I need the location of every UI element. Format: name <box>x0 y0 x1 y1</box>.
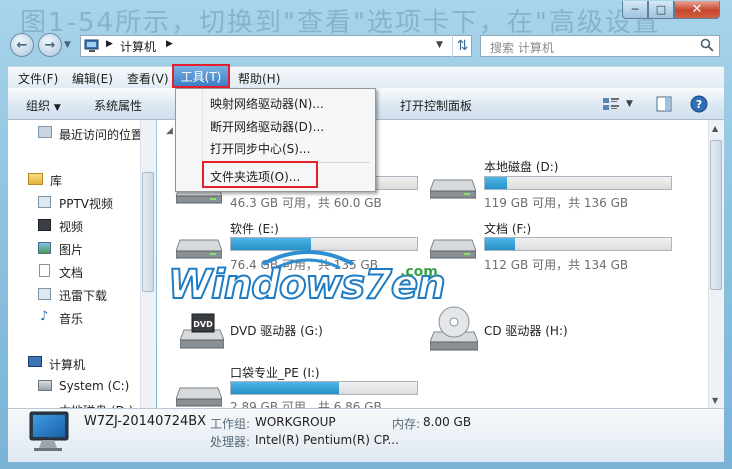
computer-monitor-icon <box>29 411 69 451</box>
scroll-down-arrow-icon[interactable]: ▼ <box>712 396 718 405</box>
minimize-icon: ─ <box>631 3 639 16</box>
search-icon[interactable] <box>700 38 714 52</box>
back-arrow-icon: ← <box>16 37 28 53</box>
sidebar-item-documents[interactable]: 文档 <box>38 264 83 281</box>
cpu-value: Intel(R) Pentium(R) CP... <box>255 433 399 447</box>
group-collapse-icon[interactable]: ◢ <box>166 126 173 136</box>
drive-d-usage-fill <box>485 177 508 189</box>
preview-pane-icon[interactable] <box>656 96 672 112</box>
pictures-icon <box>38 242 51 254</box>
drive-d-info: 119 GB 可用，共 136 GB <box>484 196 629 210</box>
menu-item-sync-center[interactable]: 打开同步中心(S)... <box>210 140 310 157</box>
search-placeholder: 搜索 计算机 <box>490 41 554 55</box>
view-dropdown-icon[interactable]: ▼ <box>626 99 633 109</box>
watermark-suffix: .com <box>400 264 438 280</box>
menu-item-disconnect-network-drive[interactable]: 断开网络驱动器(D)... <box>210 118 324 135</box>
computer-icon <box>84 39 99 52</box>
menu-tools[interactable]: 工具(T) <box>172 64 230 88</box>
drive-h-name[interactable]: CD 驱动器 (H:) <box>484 322 568 339</box>
sidebar-item-recent[interactable]: 最近访问的位置 <box>38 126 143 143</box>
sidebar-item-videos[interactable]: 视频 <box>38 218 83 235</box>
system-properties-button[interactable]: 系统属性 <box>94 97 142 114</box>
drive-d-name[interactable]: 本地磁盘 (D:) <box>484 158 558 175</box>
back-button[interactable]: ← <box>10 33 34 57</box>
maximize-icon: □ <box>655 3 667 16</box>
forward-button[interactable]: → <box>38 33 62 57</box>
folder-options-highlight-box <box>202 161 318 188</box>
breadcrumb-computer[interactable]: 计算机 <box>120 38 156 55</box>
chevron-down-icon: ▼ <box>53 103 61 113</box>
drive-f-name[interactable]: 文档 (F:) <box>484 220 531 237</box>
sidebar-item-music[interactable]: ♪ 音乐 <box>38 309 83 327</box>
maximize-button[interactable]: □ <box>648 1 674 19</box>
refresh-icon: ⇅ <box>456 38 469 54</box>
memory-value: 8.00 GB <box>423 415 472 429</box>
hard-drive-icon <box>430 179 476 199</box>
sidebar-scroll-thumb[interactable] <box>142 172 154 292</box>
dvd-drive-icon: DVD <box>180 313 224 349</box>
memory-label: 内存: <box>392 417 421 431</box>
breadcrumb-chevron-icon[interactable]: ▶ <box>166 39 173 49</box>
help-icon[interactable]: ? <box>690 95 708 113</box>
sidebar-item-library[interactable]: 库 <box>28 172 62 189</box>
svg-text:?: ? <box>696 98 702 111</box>
drive-i-info: 2.89 GB 可用，共 6.86 GB <box>230 400 382 408</box>
menu-view[interactable]: 查看(V) <box>123 69 173 88</box>
address-dropdown-icon[interactable]: ▼ <box>436 40 443 50</box>
drive-c-info: 46.3 GB 可用，共 60.0 GB <box>230 196 382 210</box>
scroll-up-arrow-icon[interactable]: ▲ <box>712 124 718 133</box>
drive-f-usage-bar <box>484 237 672 251</box>
drive-i-usage-bar <box>230 381 418 395</box>
cd-drive-icon <box>430 306 478 351</box>
svg-text:DVD: DVD <box>193 320 213 329</box>
content-scroll-thumb[interactable] <box>710 140 722 290</box>
system-drive-icon <box>38 380 52 391</box>
menu-edit[interactable]: 编辑(E) <box>68 69 117 88</box>
recent-places-icon <box>38 126 52 138</box>
refresh-button[interactable]: ⇅ <box>452 35 472 57</box>
menu-help[interactable]: 帮助(H) <box>234 69 284 88</box>
drive-f-info: 112 GB 可用，共 134 GB <box>484 258 629 272</box>
minimize-button[interactable]: ─ <box>622 1 648 19</box>
forward-arrow-icon: → <box>44 37 56 53</box>
drive-d-usage-bar <box>484 176 672 190</box>
menu-file[interactable]: 文件(F) <box>14 69 62 88</box>
close-icon: ✕ <box>691 2 703 17</box>
document-icon <box>39 264 50 277</box>
sidebar-item-pptv[interactable]: PPTV视频 <box>38 195 113 212</box>
open-control-panel-button[interactable]: 打开控制面板 <box>400 97 472 114</box>
organize-button[interactable]: 组织 ▼ <box>26 97 61 114</box>
computer-name: W7ZJ-20140724BX <box>84 414 207 429</box>
computer-icon <box>28 356 42 367</box>
video-library-icon <box>38 196 51 208</box>
watermark-logo: Windows7en .com <box>168 250 447 306</box>
library-folder-icon <box>28 173 43 185</box>
sidebar-item-pictures[interactable]: 图片 <box>38 241 83 258</box>
close-button[interactable]: ✕ <box>674 1 720 19</box>
download-folder-icon <box>38 288 51 300</box>
sidebar-item-computer[interactable]: 计算机 <box>28 356 85 373</box>
drive-i-name[interactable]: 口袋专业_PE (I:) <box>230 364 320 381</box>
sidebar-item-xunlei[interactable]: 迅雷下载 <box>38 287 107 304</box>
breadcrumb-chevron-icon[interactable]: ▶ <box>106 39 113 49</box>
menu-tools-label: 工具(T) <box>180 69 222 84</box>
music-note-icon: ♪ <box>40 309 49 324</box>
drive-f-usage-fill <box>485 238 515 250</box>
film-icon <box>38 219 51 231</box>
cpu-label: 处理器: <box>210 435 251 449</box>
drive-g-name[interactable]: DVD 驱动器 (G:) <box>230 322 323 339</box>
removable-drive-icon <box>176 387 222 407</box>
view-options-icon[interactable] <box>602 97 620 111</box>
drive-e-name[interactable]: 软件 (E:) <box>230 220 279 237</box>
history-dropdown-icon[interactable]: ▼ <box>64 40 71 50</box>
sidebar-item-system-c[interactable]: System (C:) <box>38 379 129 393</box>
menu-item-map-network-drive[interactable]: 映射网络驱动器(N)... <box>210 95 324 112</box>
drive-i-usage-fill <box>231 382 339 394</box>
workgroup-value: WORKGROUP <box>255 415 336 429</box>
workgroup-label: 工作组: <box>210 417 251 431</box>
background-caption: 图1-54所示，切换到"查看"选项卡下，在"高级设置 <box>20 8 661 38</box>
